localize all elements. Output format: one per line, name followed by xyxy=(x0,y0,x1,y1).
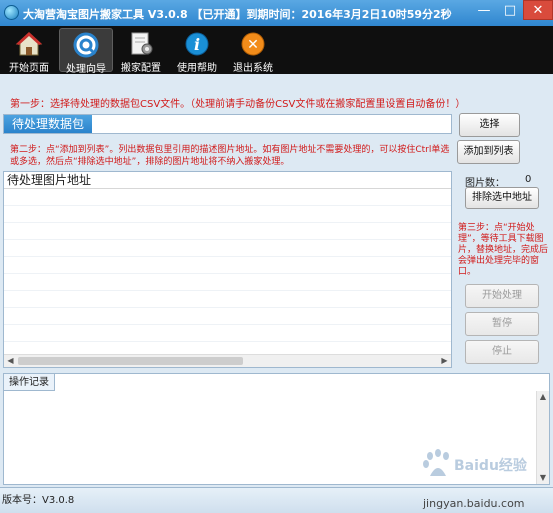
toolbar-config[interactable]: 搬家配置 xyxy=(114,28,168,74)
step1-instruction: 第一步：选择待处理的数据包CSV文件。（处理前请手动备份CSV文件或在搬家配置里… xyxy=(10,99,466,110)
toolbar-wizard[interactable]: 处理向导 xyxy=(59,28,113,75)
package-tab-label: 待处理数据包 xyxy=(4,115,93,133)
watermark-text: jingyan.baidu.com xyxy=(423,497,525,510)
scroll-right-icon[interactable]: ▶ xyxy=(438,355,451,367)
scroll-thumb[interactable] xyxy=(18,357,243,365)
image-address-list[interactable]: 待处理图片地址 ◀ ▶ xyxy=(3,171,452,368)
list-item[interactable] xyxy=(4,240,451,257)
toolbar-label: 搬家配置 xyxy=(121,63,161,74)
stop-button[interactable]: 停止 xyxy=(465,340,539,364)
step3-instruction: 第三步：点“开始处理”，等待工具下载图片，替换地址，完成后会弹出处理完毕的窗口。 xyxy=(458,223,549,277)
select-button[interactable]: 选择 xyxy=(459,113,520,137)
list-item[interactable] xyxy=(4,325,451,342)
scroll-up-icon[interactable]: ▲ xyxy=(537,391,549,403)
scroll-down-icon[interactable]: ▼ xyxy=(537,472,549,484)
svg-text:Baidu经验: Baidu经验 xyxy=(454,457,528,474)
help-icon: i xyxy=(183,31,211,57)
title-bar: 大淘营淘宝图片搬家工具 V3.0.8 【已开通】到期时间：2016年3月2日10… xyxy=(0,0,553,26)
pause-button[interactable]: 暂停 xyxy=(465,312,539,336)
maximize-button[interactable]: □ xyxy=(497,0,523,20)
config-icon xyxy=(127,31,155,57)
list-item[interactable] xyxy=(4,308,451,325)
list-rows xyxy=(4,189,451,359)
toolbar-start-page[interactable]: 开始页面 xyxy=(2,28,56,74)
wizard-icon xyxy=(72,32,100,58)
home-icon xyxy=(15,31,43,57)
toolbar: 开始页面 处理向导 搬家配置 i 使用帮助 ✕ 退出系统 xyxy=(0,26,553,75)
operation-log-tab[interactable]: 操作记录 xyxy=(4,374,55,391)
list-item[interactable] xyxy=(4,257,451,274)
list-item[interactable] xyxy=(4,206,451,223)
start-processing-button[interactable]: 开始处理 xyxy=(465,284,539,308)
package-group-header: 待处理数据包 xyxy=(3,114,452,134)
svg-text:i: i xyxy=(194,35,200,54)
close-button[interactable]: ✕ xyxy=(523,0,553,20)
toolbar-exit[interactable]: ✕ 退出系统 xyxy=(226,28,280,74)
app-icon xyxy=(4,5,19,20)
toolbar-label: 处理向导 xyxy=(66,64,106,75)
list-item[interactable] xyxy=(4,291,451,308)
right-panel: 图片数： 0 排除选中地址 第三步：点“开始处理”，等待工具下载图片，替换地址，… xyxy=(454,171,553,368)
scroll-left-icon[interactable]: ◀ xyxy=(4,355,17,367)
toolbar-label: 开始页面 xyxy=(9,63,49,74)
window-title: 大淘营淘宝图片搬家工具 V3.0.8 【已开通】到期时间：2016年3月2日10… xyxy=(23,8,452,21)
list-item[interactable] xyxy=(4,223,451,240)
list-item[interactable] xyxy=(4,274,451,291)
toolbar-label: 使用帮助 xyxy=(177,63,217,74)
baidu-watermark-logo: Baidu经验 xyxy=(418,446,528,484)
minimize-button[interactable]: — xyxy=(471,0,497,20)
list-header: 待处理图片地址 xyxy=(4,172,451,189)
add-to-list-button[interactable]: 添加到列表 xyxy=(457,140,520,164)
version-label: 版本号：V3.0.8 xyxy=(2,495,75,506)
svg-text:✕: ✕ xyxy=(247,37,259,53)
toolbar-help[interactable]: i 使用帮助 xyxy=(170,28,224,74)
step2-instruction: 第二步：点“添加到列表”。列出数据包里引用的描述图片地址。如有图片地址不需要处理… xyxy=(10,145,450,167)
exit-icon: ✕ xyxy=(239,31,267,57)
toolbar-label: 退出系统 xyxy=(233,63,273,74)
vertical-scrollbar[interactable]: ▲ ▼ xyxy=(536,391,549,484)
exclude-selected-button[interactable]: 排除选中地址 xyxy=(465,187,539,209)
horizontal-scrollbar[interactable]: ◀ ▶ xyxy=(4,354,451,367)
image-count-value: 0 xyxy=(525,174,532,185)
status-bar: 版本号：V3.0.8 jingyan.baidu.com xyxy=(0,487,553,513)
list-item[interactable] xyxy=(4,189,451,206)
